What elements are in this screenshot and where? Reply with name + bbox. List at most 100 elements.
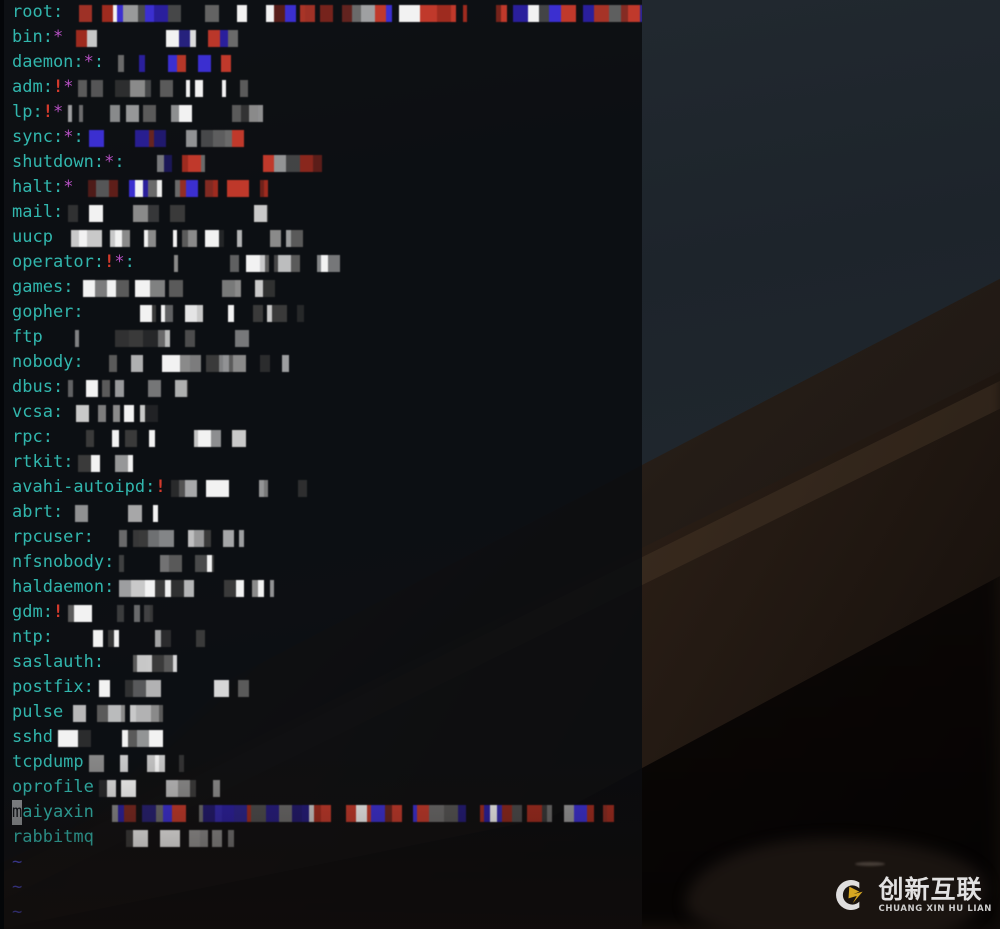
censored-hash [68,5,642,22]
password-field-prefix: *: [104,150,125,175]
shadow-entry-row[interactable]: halt: * [12,175,642,200]
field-separator: : [52,402,64,422]
nologin-marker: * [52,102,64,122]
shadow-username: nfsnobody [12,552,105,572]
shadow-username: uucp [12,227,53,247]
field-separator: : [93,152,105,172]
shadow-entry-row[interactable]: nobody: [12,350,642,375]
shadow-entry-row[interactable]: tcpdump [12,750,642,775]
shadow-entry-row[interactable]: adm: !* [12,75,642,100]
field-separator: : [83,527,94,547]
vim-cursor: m [12,800,23,825]
censored-hash [68,205,269,222]
field-separator: : [42,27,53,47]
shadow-username: postfix [12,677,84,697]
censored-hash [109,55,259,72]
shadow-entry-row[interactable]: gopher: [12,300,642,325]
censored-hash [68,105,264,122]
vim-empty-line-marker: ~ [12,850,642,875]
shadow-entry-row[interactable]: ftp [12,325,642,350]
locked-marker: ! [52,77,64,97]
field-separator: : [93,252,105,272]
censored-hash [119,580,275,597]
shadow-entry-row[interactable]: operator: !*: [12,250,642,275]
shadow-entry-row[interactable]: m aiyaxin [12,800,642,825]
shadow-entry-row[interactable]: rpcuser: [12,525,642,550]
field-separator: : [73,352,84,372]
locked-marker: ! [104,252,115,272]
censored-hash [88,755,184,772]
shadow-entry-row[interactable]: gdm:! [12,600,642,625]
shadow-username: abrt [12,502,53,522]
shadow-entry-row[interactable]: sync: *: [12,125,642,150]
shadow-entry-row[interactable]: rabbitmq [12,825,642,850]
shadow-entry-row[interactable]: nfsnobody: [12,550,642,575]
shadow-entry-row[interactable]: rpc: [12,425,642,450]
nologin-marker: * [63,77,74,97]
shadow-username: daemon [12,52,74,72]
shadow-entry-row[interactable]: vcsa: [12,400,642,425]
shadow-username: rabbitmq [12,827,94,847]
field-separator: : [52,127,64,147]
shadow-entry-row[interactable]: uucp [12,225,642,250]
field-separator: : [42,602,53,622]
watermark-en: CHUANG XIN HU LIAN [878,903,992,914]
censored-hash [68,505,159,522]
shadow-entry-row[interactable]: ntp: [12,625,642,650]
censored-hash [58,230,303,247]
watermark-cn: 创新互联 [878,874,983,904]
shadow-entry-row[interactable]: bin: * [12,25,642,50]
shadow-username: lp [12,102,33,122]
tilde-glyph: ~ [12,852,23,872]
censored-hash [98,780,234,797]
field-separator: : [52,377,64,397]
censored-hash [88,130,244,147]
censored-hash [68,30,239,47]
shadow-entry-row[interactable]: dbus: [12,375,642,400]
shadow-username: dbus [12,377,53,397]
censored-hash [119,555,215,572]
censored-hash [78,80,249,97]
shadow-entry-row[interactable]: shutdown: *: [12,150,642,175]
censored-hash [99,805,614,822]
shadow-entry-row[interactable]: games: [12,275,642,300]
field-separator: : [104,552,115,572]
shadow-username: haldaemon [12,577,105,597]
censored-hash [58,630,213,647]
shadow-entry-row[interactable]: saslauth: [12,650,642,675]
shadow-username: gopher [12,302,74,322]
shadow-entry-row[interactable]: haldaemon: [12,575,642,600]
censored-hash [89,305,304,322]
shadow-entry-row[interactable]: oprofile [12,775,642,800]
terminal-window[interactable]: root: bin: * daemon: *: adm: !* lp: !* sync: *: shu… [0,0,642,929]
shadow-username: gdm [12,602,43,622]
shadow-username: avahi-autoipd [12,477,146,497]
shadow-entry-row[interactable]: pulse [12,700,642,725]
watermark-text: 创新互联 CHUANG XIN HU LIAN [879,877,992,914]
censored-hash [89,355,289,372]
shadow-username: rpc [12,427,43,447]
shadow-entry-row[interactable]: sshd [12,725,642,750]
password-field-prefix: !* [43,100,64,125]
shadow-username: adm [12,77,43,97]
censored-hash [98,680,249,697]
shadow-entry-row[interactable]: postfix: [12,675,642,700]
field-separator: : [73,127,84,147]
shadow-entry-row[interactable]: mail: [12,200,642,225]
shadow-entry-row[interactable]: abrt: [12,500,642,525]
shadow-entry-row[interactable]: rtkit: [12,450,642,475]
field-separator: : [73,52,84,72]
shadow-username: root [12,2,53,22]
shadow-entry-row[interactable]: daemon: *: [12,50,642,75]
shadow-entry-row[interactable]: root: [12,0,642,25]
shadow-entry-row[interactable]: avahi-autoipd:! [12,475,642,500]
vim-buffer[interactable]: root: bin: * daemon: *: adm: !* lp: !* sync: *: shu… [12,0,642,925]
censored-hash [78,280,278,297]
password-field-prefix: *: [84,50,105,75]
censored-hash [170,480,326,497]
shadow-entry-row[interactable]: lp: !* [12,100,642,125]
censored-hash [78,455,168,472]
shadow-username: bin [12,27,43,47]
shadow-username: saslauth [12,652,94,672]
shadow-username: halt [12,177,53,197]
